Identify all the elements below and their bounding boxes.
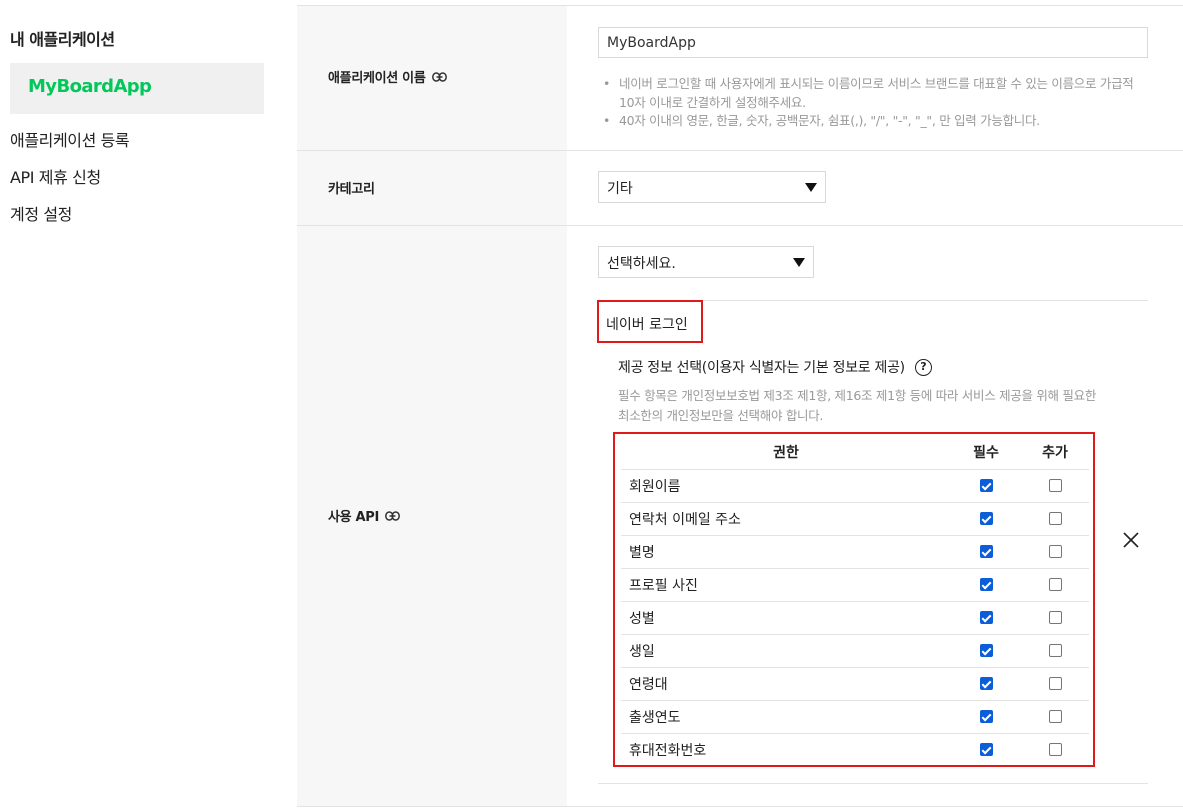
table-row: 회원이름 — [621, 469, 1089, 503]
required-checkbox[interactable] — [979, 743, 993, 757]
required-checkbox[interactable] — [979, 545, 993, 558]
required-cell — [951, 634, 1021, 668]
required-checkbox[interactable] — [979, 578, 993, 591]
table-row: 출생연도 — [621, 700, 1089, 734]
required-checkbox[interactable] — [979, 611, 993, 624]
category-label: 카테고리 — [328, 182, 375, 197]
permissions-highlight: 권한 필수 추가 회원이름 연락처 이메일 주소 별명 프로필 사진 성별 생일 연령대 출생… — [613, 432, 1095, 767]
additional-cell — [1021, 733, 1089, 766]
required-checkbox[interactable] — [979, 710, 993, 723]
additional-checkbox[interactable] — [1048, 710, 1062, 723]
additional-checkbox[interactable] — [1048, 611, 1062, 624]
permissions-table: 권한 필수 추가 회원이름 연락처 이메일 주소 별명 프로필 사진 성별 생일 연령대 출생… — [621, 436, 1089, 766]
table-row: 연령대 — [621, 667, 1089, 701]
divider — [297, 806, 1183, 807]
additional-cell — [1021, 502, 1089, 536]
permission-name: 별명 — [621, 535, 951, 569]
table-row: 생일 — [621, 634, 1089, 668]
dropdown-arrow-icon — [805, 183, 817, 192]
required-checkbox[interactable] — [979, 479, 993, 492]
required-cell — [951, 601, 1021, 635]
sidebar-item-active-app-label: MyBoardApp — [28, 76, 152, 97]
permission-name: 연령대 — [621, 667, 951, 701]
close-icon[interactable] — [1122, 531, 1140, 549]
column-header-additional: 추가 — [1021, 436, 1089, 470]
additional-cell — [1021, 667, 1089, 701]
column-header-permission: 권한 — [621, 436, 951, 470]
permission-name: 프로필 사진 — [621, 568, 951, 602]
required-cell — [951, 667, 1021, 701]
table-header-row: 권한 필수 추가 — [621, 436, 1089, 470]
app-name-label: 애플리케이션 이름 — [328, 67, 447, 86]
required-cell — [951, 568, 1021, 602]
sidebar-item-account-settings[interactable]: 계정 설정 — [10, 201, 72, 225]
permission-name: 휴대전화번호 — [629, 742, 707, 759]
link-icon[interactable] — [431, 71, 447, 82]
app-name-label-text: 애플리케이션 이름 — [328, 71, 426, 86]
app-name-help-1: • 네이버 로그인할 때 사용자에게 표시되는 이름이므로 서비스 브랜드를 대표… — [603, 76, 1134, 110]
category-select[interactable]: 기타 — [598, 171, 826, 203]
permission-name: 출생연도 — [621, 700, 951, 734]
required-checkbox[interactable] — [979, 644, 993, 657]
api-label: 사용 API — [328, 506, 401, 525]
permission-name: 성별 — [621, 601, 951, 635]
permission-name: 연락처 이메일 주소 — [621, 502, 951, 536]
additional-cell — [1021, 634, 1089, 668]
additional-checkbox[interactable] — [1048, 677, 1062, 690]
app-name-input[interactable] — [598, 27, 1148, 58]
additional-checkbox[interactable] — [1048, 545, 1062, 558]
sidebar-heading: 내 애플리케이션 — [10, 30, 115, 49]
required-cell — [951, 469, 1021, 503]
app-name-help-2: • 40자 이내의 영문, 한글, 숫자, 공백문자, 쉼표(,), "/", "… — [603, 113, 1040, 128]
additional-checkbox[interactable] — [1048, 479, 1062, 492]
required-checkbox[interactable] — [979, 512, 993, 525]
sidebar-item-api-partnership[interactable]: API 제휴 신청 — [10, 164, 101, 188]
additional-cell — [1021, 700, 1089, 734]
table-row: 연락처 이메일 주소 — [621, 502, 1089, 536]
api-label-text: 사용 API — [328, 510, 380, 525]
api-select-value: 선택하세요. — [607, 256, 676, 272]
additional-checkbox[interactable] — [1048, 644, 1062, 657]
additional-cell — [1021, 469, 1089, 503]
required-checkbox[interactable] — [979, 677, 993, 690]
app-form: 애플리케이션 이름 •네이버 로그인할 때 사용자에게 표시되는 이름이므로 서… — [297, 0, 1183, 809]
api-name-highlight: 네이버 로그인 — [597, 300, 703, 343]
table-row: 프로필 사진 — [621, 568, 1089, 602]
sidebar-item-register-app[interactable]: 애플리케이션 등록 — [10, 127, 130, 151]
divider — [598, 783, 1148, 784]
additional-checkbox[interactable] — [1048, 743, 1062, 757]
permissions-table-body: 회원이름 연락처 이메일 주소 별명 프로필 사진 성별 생일 연령대 출생연도휴대전화번호 — [621, 469, 1089, 766]
required-cell — [951, 502, 1021, 536]
help-icon[interactable]: ? — [914, 358, 932, 376]
table-row: 성별 — [621, 601, 1089, 635]
permission-name: 회원이름 — [621, 469, 951, 503]
category-select-value: 기타 — [607, 181, 633, 197]
additional-checkbox[interactable] — [1048, 578, 1062, 591]
table-row: 별명 — [621, 535, 1089, 569]
sidebar-item-active-app[interactable]: MyBoardApp — [10, 63, 264, 114]
required-cell — [951, 535, 1021, 569]
required-cell — [951, 733, 1021, 766]
info-title: 제공 정보 선택(이용자 식별자는 기본 정보로 제공) ? — [618, 357, 932, 377]
column-header-required: 필수 — [951, 436, 1021, 470]
link-icon[interactable] — [385, 510, 401, 521]
api-name: 네이버 로그인 — [606, 317, 688, 333]
sidebar: 내 애플리케이션 MyBoardApp 애플리케이션 등록 API 제휴 신청 … — [0, 0, 270, 809]
info-description: 필수 항목은 개인정보보호법 제3조 제1항, 제16조 제1항 등에 따라 서… — [618, 388, 1097, 423]
permission-name: 생일 — [621, 634, 951, 668]
additional-cell — [1021, 601, 1089, 635]
dropdown-arrow-icon — [793, 258, 805, 267]
api-select[interactable]: 선택하세요. — [598, 246, 814, 278]
additional-cell — [1021, 535, 1089, 569]
additional-checkbox[interactable] — [1048, 512, 1062, 525]
required-cell — [951, 700, 1021, 734]
additional-cell — [1021, 568, 1089, 602]
info-title-text: 제공 정보 선택(이용자 식별자는 기본 정보로 제공) — [618, 360, 905, 376]
table-row: 휴대전화번호 — [621, 733, 1089, 766]
